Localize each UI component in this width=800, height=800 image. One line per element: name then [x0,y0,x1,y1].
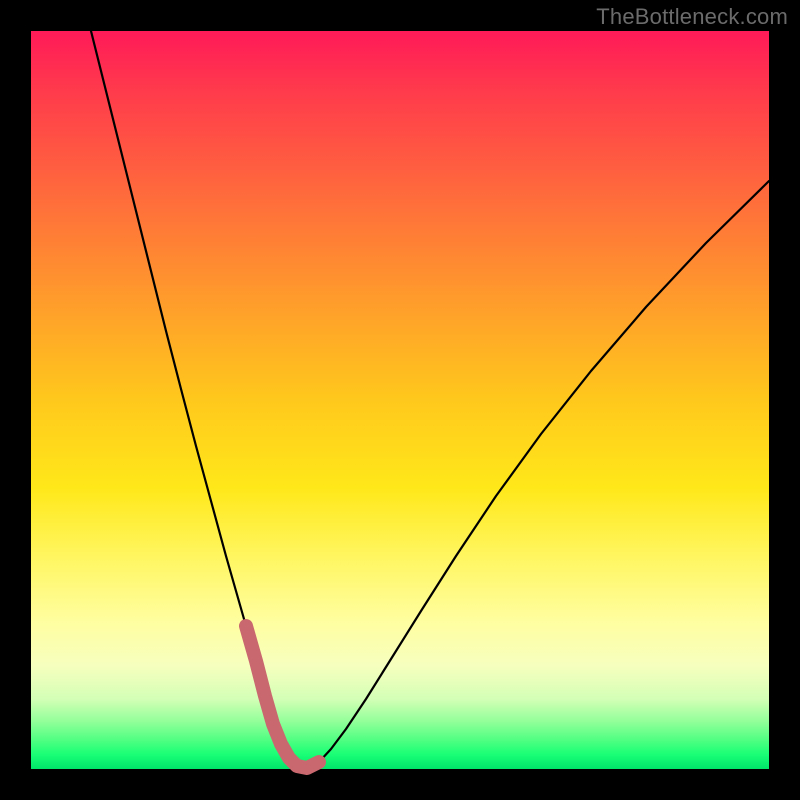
curve-layer [31,31,769,769]
plot-area [31,31,769,769]
watermark-text: TheBottleneck.com [596,4,788,30]
chart-frame: TheBottleneck.com [0,0,800,800]
bottleneck-curve [91,31,769,768]
trough-highlight [246,626,319,768]
